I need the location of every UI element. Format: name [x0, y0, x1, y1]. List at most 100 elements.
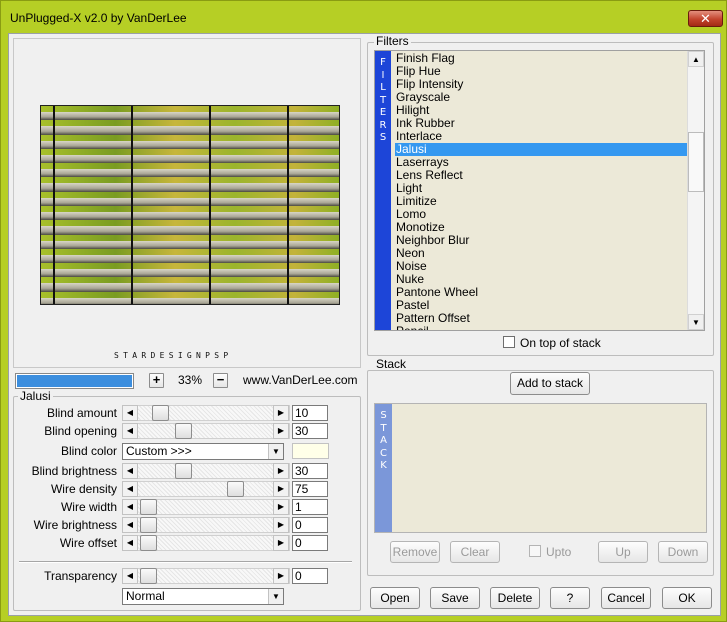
blind-brightness-field[interactable]: 30	[292, 463, 328, 479]
add-to-stack-button[interactable]: Add to stack	[510, 372, 590, 395]
on-top-of-stack-checkbox[interactable]	[503, 336, 515, 348]
stack-side-letter: C	[380, 447, 387, 459]
arrow-left-icon[interactable]: ◀	[122, 517, 138, 533]
wire-width-slider[interactable]: ◀ ▶	[122, 499, 290, 515]
filter-list-item[interactable]: Lens Reflect	[395, 169, 695, 182]
help-button[interactable]: ?	[550, 587, 590, 609]
slider-thumb[interactable]	[227, 481, 244, 497]
arrow-right-icon[interactable]: ▶	[273, 463, 289, 479]
filter-list-item[interactable]: Neon	[395, 247, 695, 260]
arrow-right-icon[interactable]: ▶	[273, 499, 289, 515]
filters-scrollbar[interactable]: ▲ ▼	[687, 51, 704, 330]
arrow-left-icon[interactable]: ◀	[122, 499, 138, 515]
chevron-down-icon[interactable]: ▼	[268, 589, 283, 604]
slider-thumb[interactable]	[175, 463, 192, 479]
slider-thumb[interactable]	[140, 499, 157, 515]
arrow-left-icon[interactable]: ◀	[122, 535, 138, 551]
preview-logo-text: STARDESIGNPSP	[114, 351, 233, 360]
chevron-down-icon[interactable]: ▼	[268, 444, 283, 459]
scroll-down-icon[interactable]: ▼	[688, 314, 704, 330]
filters-group-label: Filters	[374, 34, 411, 48]
blind-opening-field[interactable]: 30	[292, 423, 328, 439]
preview-image[interactable]	[40, 105, 340, 305]
wire-offset-slider[interactable]: ◀ ▶	[122, 535, 290, 551]
arrow-right-icon[interactable]: ▶	[273, 405, 289, 421]
filter-list-item[interactable]: Neighbor Blur	[395, 234, 695, 247]
blind-slat	[41, 163, 339, 178]
wire-density-slider[interactable]: ◀ ▶	[122, 481, 290, 497]
arrow-left-icon[interactable]: ◀	[122, 405, 138, 421]
blind-wire	[53, 106, 55, 304]
arrow-right-icon[interactable]: ▶	[273, 481, 289, 497]
ok-button[interactable]: OK	[662, 587, 712, 609]
filter-list-item[interactable]: Noise	[395, 260, 695, 273]
wire-width-label: Wire width	[60, 500, 117, 514]
filter-list-item[interactable]: Limitize	[395, 195, 695, 208]
arrow-left-icon[interactable]: ◀	[122, 423, 138, 439]
zoom-out-button[interactable]: −	[213, 373, 228, 388]
scroll-up-icon[interactable]: ▲	[688, 51, 704, 67]
upto-checkbox[interactable]	[529, 545, 541, 557]
blind-slat	[41, 220, 339, 235]
blind-shade-band	[41, 283, 339, 292]
blind-brightness-slider[interactable]: ◀ ▶	[122, 463, 290, 479]
title-bar[interactable]: UnPlugged-X v2.0 by VanDerLee ✕	[1, 1, 727, 33]
jalusi-separator	[19, 561, 352, 563]
scroll-thumb[interactable]	[688, 132, 704, 192]
arrow-right-icon[interactable]: ▶	[273, 568, 289, 584]
down-button[interactable]: Down	[658, 541, 708, 563]
blind-color-label: Blind color	[60, 444, 117, 458]
filter-list-item[interactable]: Pattern Offset	[395, 312, 695, 325]
filter-list-item[interactable]: Pantone Wheel	[395, 286, 695, 299]
zoom-in-button[interactable]: +	[149, 373, 164, 388]
stack-list[interactable]: STACK	[374, 403, 707, 533]
save-button[interactable]: Save	[430, 587, 480, 609]
filter-list-item[interactable]: Light	[395, 182, 695, 195]
blind-opening-slider[interactable]: ◀ ▶	[122, 423, 290, 439]
arrow-left-icon[interactable]: ◀	[122, 481, 138, 497]
blend-mode-select[interactable]: Normal ▼	[122, 588, 284, 605]
open-button[interactable]: Open	[370, 587, 420, 609]
up-button[interactable]: Up	[598, 541, 648, 563]
close-button[interactable]: ✕	[688, 10, 723, 27]
wire-brightness-field[interactable]: 0	[292, 517, 328, 533]
vanderlee-website-link[interactable]: www.VanDerLee.com	[243, 373, 358, 387]
wire-offset-field[interactable]: 0	[292, 535, 328, 551]
blind-slat	[41, 291, 339, 304]
app-window: UnPlugged-X v2.0 by VanDerLee ✕ STARDESI…	[0, 0, 727, 622]
blind-color-select[interactable]: Custom >>> ▼	[122, 443, 284, 460]
arrow-left-icon[interactable]: ◀	[122, 463, 138, 479]
transparency-slider[interactable]: ◀ ▶	[122, 568, 290, 584]
wire-brightness-slider[interactable]: ◀ ▶	[122, 517, 290, 533]
filters-side-letter: T	[379, 94, 387, 106]
blind-amount-slider[interactable]: ◀ ▶	[122, 405, 290, 421]
slider-thumb[interactable]	[140, 568, 157, 584]
cancel-button[interactable]: Cancel	[601, 587, 651, 609]
filters-list[interactable]: FILTERS Finish Flag Flip Hue Flip Intensit…	[374, 50, 705, 331]
slider-thumb[interactable]	[152, 405, 169, 421]
slider-thumb[interactable]	[140, 517, 157, 533]
transparency-field[interactable]: 0	[292, 568, 328, 584]
arrow-right-icon[interactable]: ▶	[273, 517, 289, 533]
render-progress-bar	[15, 373, 134, 389]
delete-button[interactable]: Delete	[490, 587, 540, 609]
arrow-right-icon[interactable]: ▶	[273, 535, 289, 551]
remove-button[interactable]: Remove	[390, 541, 440, 563]
filter-list-item[interactable]: Interlace	[395, 130, 695, 143]
wire-density-field[interactable]: 75	[292, 481, 328, 497]
arrow-right-icon[interactable]: ▶	[273, 423, 289, 439]
blind-opening-label: Blind opening	[44, 424, 117, 438]
slider-thumb[interactable]	[140, 535, 157, 551]
blind-shade-band	[41, 226, 339, 235]
blind-amount-field[interactable]: 10	[292, 405, 328, 421]
wire-width-field[interactable]: 1	[292, 499, 328, 515]
filter-list-item[interactable]: Pencil	[395, 325, 695, 331]
arrow-left-icon[interactable]: ◀	[122, 568, 138, 584]
blind-color-swatch[interactable]	[292, 443, 329, 459]
blind-shade-band	[41, 212, 339, 221]
filter-list-item[interactable]: Grayscale	[395, 91, 695, 104]
clear-button[interactable]: Clear	[450, 541, 500, 563]
stack-side-letter: K	[380, 460, 387, 471]
slider-thumb[interactable]	[175, 423, 192, 439]
stack-side-letter: A	[380, 435, 387, 446]
